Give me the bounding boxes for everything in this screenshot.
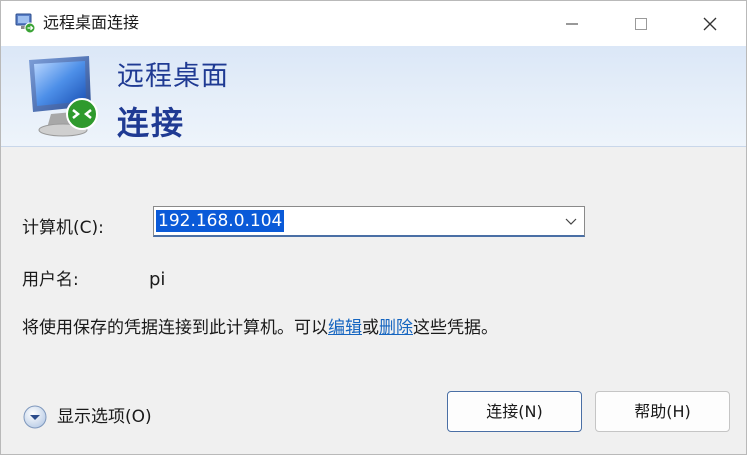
username-value: pi	[149, 269, 166, 290]
help-button[interactable]: 帮助(H)	[595, 391, 730, 432]
remote-desktop-app-icon	[15, 13, 36, 34]
info-text-suffix: 这些凭据。	[413, 318, 498, 338]
header-banner: 远程桌面 连接	[1, 46, 746, 147]
minimize-button[interactable]	[536, 1, 608, 46]
info-text-or: 或	[362, 318, 379, 338]
credentials-info: 将使用保存的凭据连接到此计算机。可以编辑或删除这些凭据。	[22, 317, 498, 339]
close-button[interactable]	[674, 1, 746, 46]
banner-title-line1: 远程桌面	[117, 61, 229, 92]
banner-title-line2: 连接	[117, 104, 186, 142]
show-options-toggle[interactable]: 显示选项(O)	[23, 404, 152, 430]
info-text-prefix: 将使用保存的凭据连接到此计算机。可以	[22, 318, 328, 338]
computer-input-value[interactable]: 192.168.0.104	[156, 210, 285, 232]
username-label: 用户名:	[22, 270, 79, 290]
chevron-down-icon[interactable]	[564, 214, 578, 228]
minimize-icon	[566, 23, 578, 24]
window-title: 远程桌面连接	[43, 13, 140, 32]
show-options-label[interactable]: 显示选项(O)	[57, 406, 152, 428]
edit-credentials-link[interactable]: 编辑	[328, 318, 362, 338]
monitor-icon	[29, 56, 98, 137]
close-icon	[703, 17, 717, 30]
connect-button[interactable]: 连接(N)	[447, 391, 582, 432]
expand-options-icon[interactable]	[23, 405, 47, 429]
computer-label: 计算机(C):	[22, 218, 104, 238]
maximize-icon	[635, 17, 647, 30]
maximize-button[interactable]	[605, 1, 677, 46]
rdp-window: 远程桌面连接 远程桌面 连接 计算机(C): 192.168.0.104 用户名…	[0, 0, 747, 455]
delete-credentials-link[interactable]: 删除	[379, 318, 413, 338]
computer-combobox[interactable]: 192.168.0.104	[153, 206, 585, 237]
title-bar: 远程桌面连接	[1, 1, 746, 46]
